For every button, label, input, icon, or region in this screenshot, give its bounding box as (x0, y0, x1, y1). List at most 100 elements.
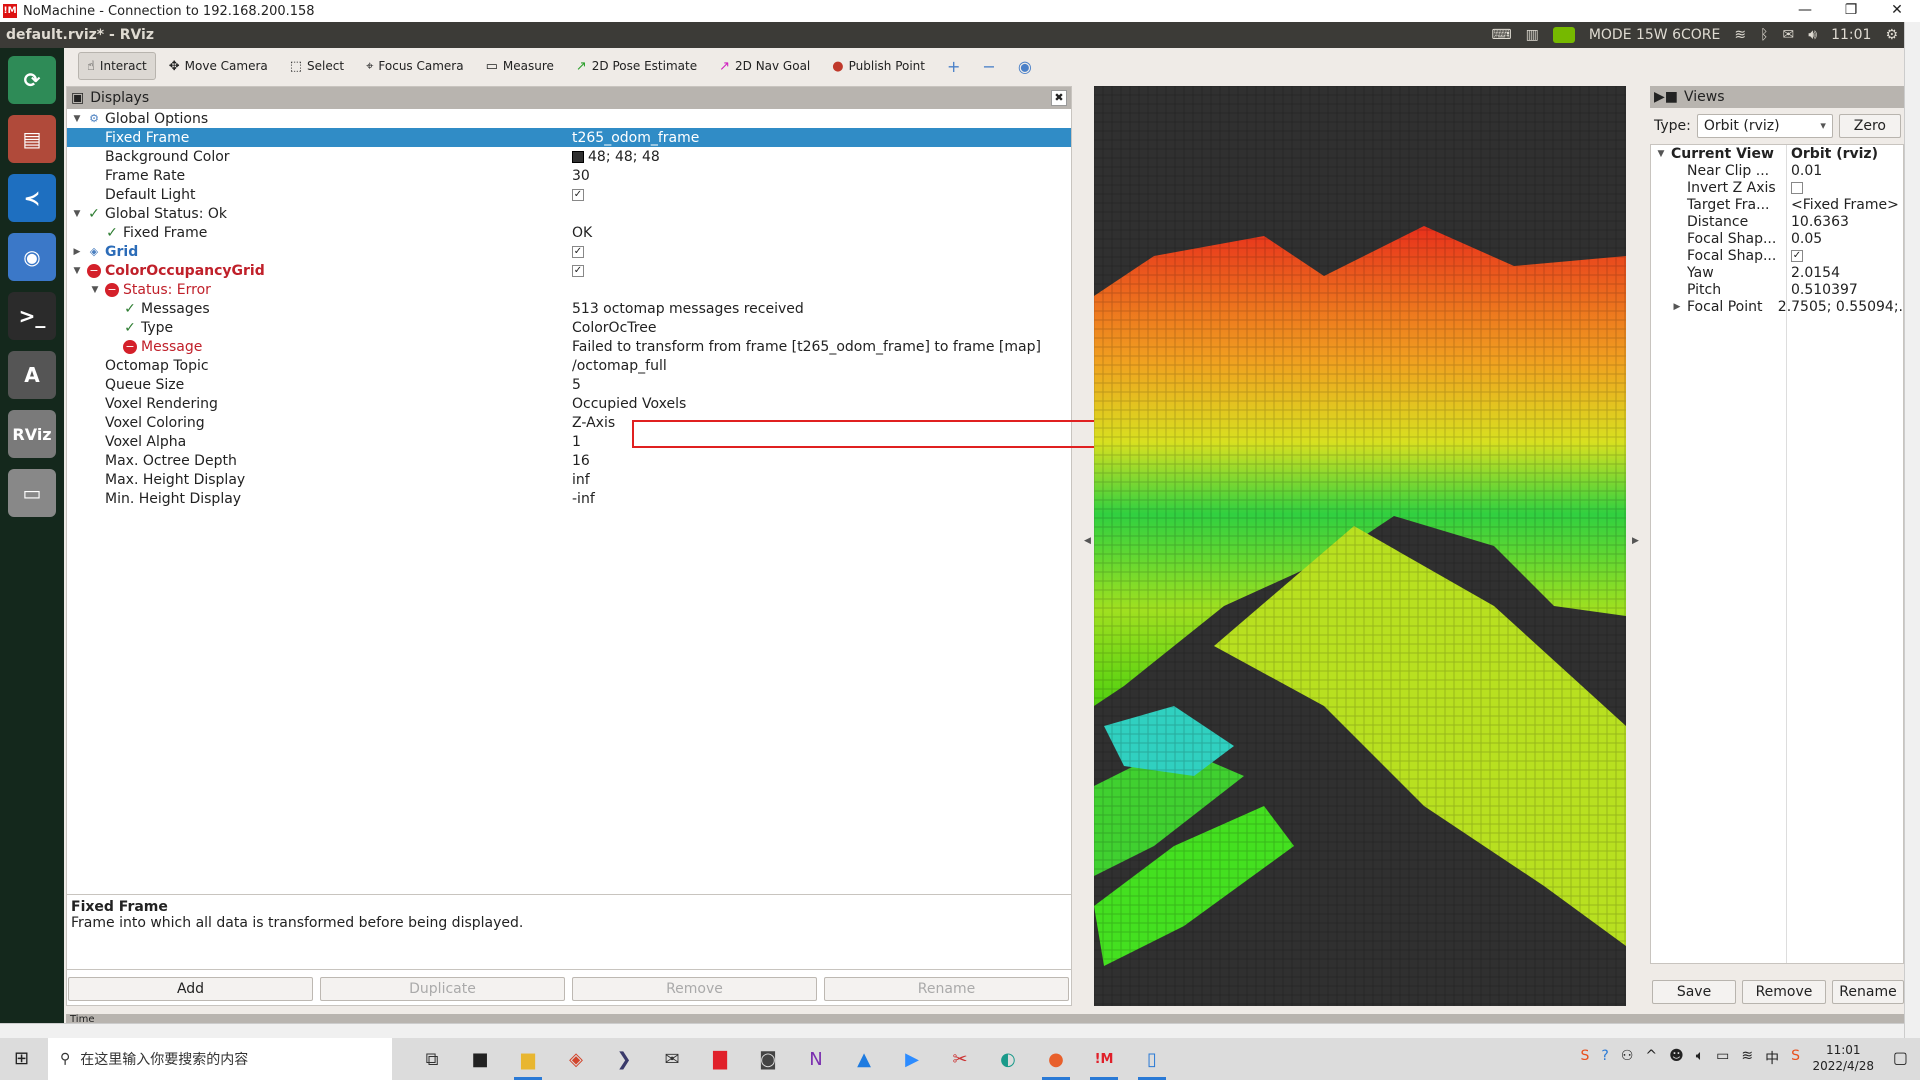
display-row-default-light[interactable]: Default Light ✓ (67, 185, 1071, 204)
display-row-queue-size[interactable]: Queue Size 5 (67, 375, 1071, 394)
expanded-arrow-icon[interactable]: ▼ (71, 266, 83, 276)
windows-start-icon[interactable]: ⊞ (14, 1048, 29, 1069)
property-value[interactable]: 5 (572, 377, 581, 393)
property-value[interactable]: Z-Axis (572, 415, 615, 431)
checkbox[interactable]: ✓ (572, 188, 584, 201)
property-value[interactable]: 30 (572, 168, 590, 184)
view-row-distance[interactable]: Distance 10.6363 (1651, 213, 1903, 230)
add-display-button[interactable]: Add (68, 977, 313, 1001)
tool-2d-nav-goal-button[interactable]: ↗ 2D Nav Goal (710, 52, 819, 80)
mute-icon[interactable]: 🔈︎ (1696, 1048, 1704, 1068)
property-value[interactable]: 1 (572, 434, 581, 450)
checkbox[interactable] (1791, 181, 1803, 194)
notification-icon[interactable]: ▢ (1893, 1048, 1908, 1067)
property-value[interactable]: t265_odom_frame (572, 130, 699, 146)
tool-publish-point-button[interactable]: ● Publish Point (823, 52, 934, 80)
rename-display-button[interactable]: Rename (824, 977, 1069, 1001)
checkbox[interactable]: ✓ (1791, 249, 1803, 262)
collapsed-arrow-icon[interactable]: ▶ (71, 247, 83, 257)
close-panel-icon[interactable]: ✖ (1051, 90, 1067, 106)
view-row-focal-shap-[interactable]: Focal Shap... ✓ (1651, 247, 1903, 264)
property-value[interactable]: -inf (572, 491, 595, 507)
property-value[interactable]: ✓ (572, 188, 588, 201)
property-value[interactable]: ✓ (572, 245, 588, 258)
close-button[interactable]: ✕ (1874, 0, 1920, 22)
taskbar-task-view-icon[interactable]: ⧉ (414, 1041, 450, 1077)
view-row-target-fra-[interactable]: Target Fra... <Fixed Frame> (1651, 196, 1903, 213)
taskbar-firefox-icon[interactable]: ● (1038, 1041, 1074, 1080)
sogou-icon[interactable]: S (1581, 1048, 1590, 1068)
taskbar-mail-icon[interactable]: ✉ (654, 1041, 690, 1077)
display-row-status-error[interactable]: ▼ − Status: Error (67, 280, 1071, 299)
minus-icon[interactable]: − (973, 52, 1004, 80)
tool-select-button[interactable]: ⬚ Select (281, 52, 353, 80)
view-property-value[interactable]: 2.7505; 0.55094;. (1774, 299, 1903, 315)
display-row-min-height-display[interactable]: Min. Height Display -inf (67, 489, 1071, 508)
display-row-fixed-frame[interactable]: Fixed Frame t265_odom_frame (67, 128, 1071, 147)
view-property-value[interactable]: Orbit (rviz) (1787, 146, 1878, 162)
launcher-drive-icon[interactable]: ▭ (8, 469, 56, 517)
view-row-near-clip-[interactable]: Near Clip ... 0.01 (1651, 162, 1903, 179)
view-row-pitch[interactable]: Pitch 0.510397 (1651, 281, 1903, 298)
vertical-scrollbar[interactable] (1904, 22, 1920, 1038)
display-row-messages[interactable]: ✓ Messages 513 octomap messages received (67, 299, 1071, 318)
keyboard-icon[interactable]: ⌨ (1491, 27, 1511, 43)
view-property-value[interactable]: 2.0154 (1787, 265, 1840, 281)
view-property-value[interactable]: 0.05 (1787, 231, 1822, 247)
display-row-fixed-frame[interactable]: ✓ Fixed Frame OK (67, 223, 1071, 242)
expanded-arrow-icon[interactable]: ▼ (89, 285, 101, 295)
launcher-vscode-icon[interactable]: ≺ (8, 174, 56, 222)
duplicate-display-button[interactable]: Duplicate (320, 977, 565, 1001)
taskbar-visual-studio-icon[interactable]: ❯ (606, 1041, 642, 1077)
display-row-frame-rate[interactable]: Frame Rate 30 (67, 166, 1071, 185)
view-type-select[interactable]: Orbit (rviz) (1696, 114, 1833, 138)
remove-view-button[interactable]: Remove (1742, 980, 1826, 1004)
tool-2d-pose-estimate-button[interactable]: ↗ 2D Pose Estimate (567, 52, 706, 80)
help-icon[interactable]: ? (1601, 1048, 1608, 1068)
minimize-button[interactable]: — (1782, 0, 1828, 22)
chevron-up-icon[interactable]: ^ (1645, 1048, 1657, 1068)
property-value[interactable]: Occupied Voxels (572, 396, 686, 412)
view-property-value[interactable]: <Fixed Frame> (1787, 197, 1899, 213)
taskbar-file-explorer-icon[interactable]: ▆ (510, 1041, 546, 1080)
taskbar-store-icon[interactable]: ■ (462, 1041, 498, 1077)
display-row-coloroccupancygrid[interactable]: ▼ − ColorOccupancyGrid ✓ (67, 261, 1071, 280)
taskbar-app-red-icon[interactable]: ▇ (702, 1041, 738, 1077)
expanded-arrow-icon[interactable]: ▼ (71, 114, 83, 124)
horizontal-scrollbar[interactable] (0, 1023, 1904, 1038)
view-row-focal-shap-[interactable]: Focal Shap... 0.05 (1651, 230, 1903, 247)
3d-render-view[interactable] (1094, 86, 1626, 1006)
checkbox[interactable]: ✓ (572, 245, 584, 258)
nvidia-icon[interactable] (1552, 27, 1575, 43)
display-row-max-height-display[interactable]: Max. Height Display inf (67, 470, 1071, 489)
settings-icon[interactable]: ⚙ (1885, 27, 1898, 43)
view-row-invert-z-axis[interactable]: Invert Z Axis (1651, 179, 1903, 196)
tool-measure-button[interactable]: ▭ Measure (477, 52, 563, 80)
taskbar-snipping-icon[interactable]: ✂ (942, 1041, 978, 1077)
view-property-value[interactable] (1787, 181, 1807, 194)
power-mode[interactable]: MODE 15W 6CORE (1589, 27, 1721, 43)
taskbar-phone-app-icon[interactable]: ▯ (1134, 1041, 1170, 1080)
sogou-ime-icon[interactable]: S (1791, 1048, 1800, 1068)
nomachine-icon[interactable]: ▥ (1526, 27, 1539, 43)
property-value[interactable]: 48; 48; 48 (572, 149, 660, 165)
plus-icon[interactable]: + (938, 52, 969, 80)
display-row-message[interactable]: − Message Failed to transform from frame [… (67, 337, 1071, 356)
remove-display-button[interactable]: Remove (572, 977, 817, 1001)
property-value[interactable]: /octomap_full (572, 358, 667, 374)
restore-button[interactable]: ❐ (1828, 0, 1874, 22)
color-swatch[interactable] (572, 150, 584, 163)
display-row-max-octree-depth[interactable]: Max. Octree Depth 16 (67, 451, 1071, 470)
tool-focus-camera-button[interactable]: ⌖ Focus Camera (357, 52, 473, 80)
collapse-right-icon[interactable]: ▶ (1632, 536, 1639, 546)
property-value[interactable]: inf (572, 472, 590, 488)
launcher-chromium-icon[interactable]: ◉ (8, 233, 56, 281)
display-row-type[interactable]: ✓ Type ColorOcTree (67, 318, 1071, 337)
expanded-arrow-icon[interactable]: ▼ (71, 209, 83, 219)
view-property-value[interactable]: 0.01 (1787, 163, 1822, 179)
launcher-files-icon[interactable]: ▤ (8, 115, 56, 163)
taskbar-app-blue-icon[interactable]: ▲ (846, 1041, 882, 1077)
launcher-ros-launcher-icon[interactable]: ⟳ (8, 56, 56, 104)
launcher-rviz-icon[interactable]: RViz (8, 410, 56, 458)
view-row-yaw[interactable]: Yaw 2.0154 (1651, 264, 1903, 281)
